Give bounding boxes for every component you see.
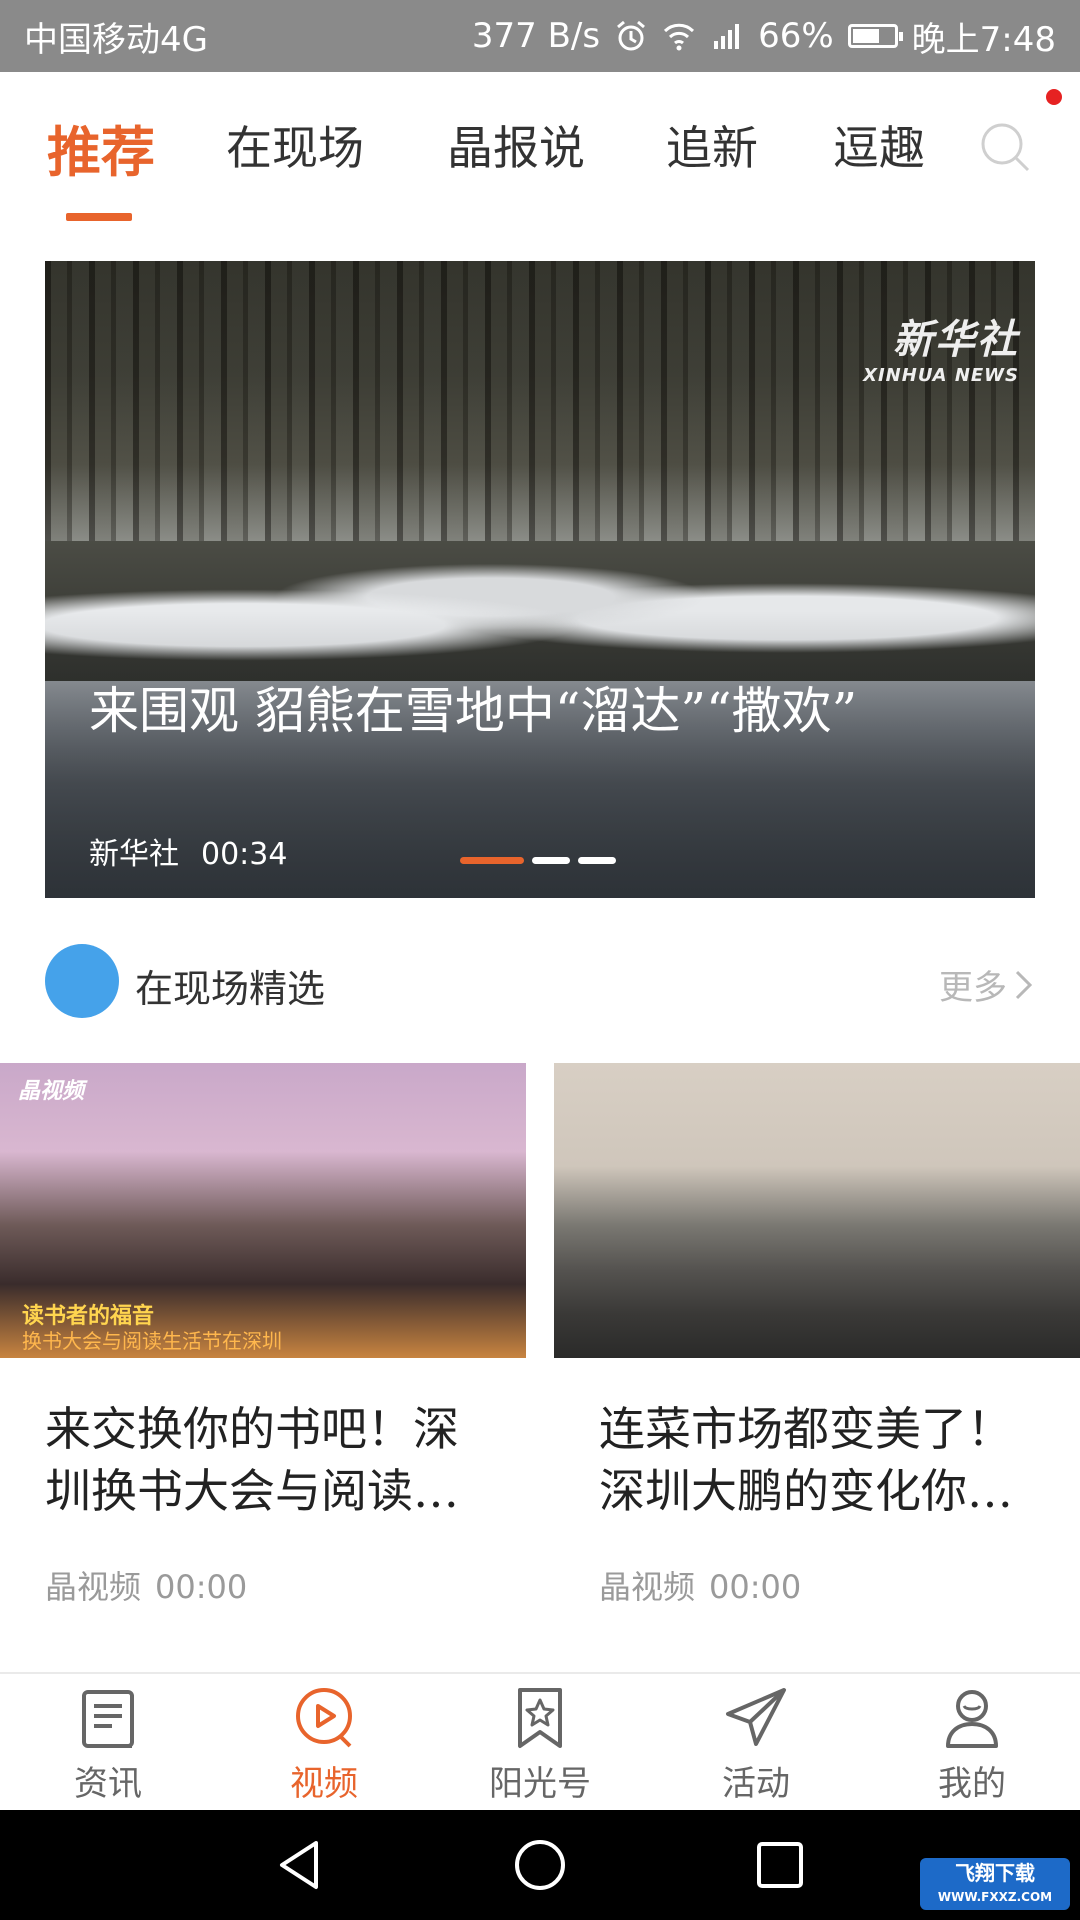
nav-label: 阳光号 — [489, 1764, 591, 1804]
bottom-nav: 资讯 视频 阳光号 活动 我的 — [0, 1672, 1080, 1812]
nav-label: 我的 — [938, 1764, 1006, 1804]
video-card[interactable]: 连菜市场都变美了！深圳大鹏的变化你… 晶视频 00:00 — [554, 1063, 1080, 1608]
card-duration: 00:00 — [709, 1568, 802, 1606]
watermark-url: WWW.FXXZ.COM — [937, 1890, 1053, 1904]
nav-news[interactable]: 资讯 — [38, 1684, 178, 1805]
carousel-dot[interactable] — [578, 857, 616, 864]
thumb-tag: 晶视频 — [18, 1079, 85, 1104]
channel-tabs: 推荐 在现场 晶报说 追新 逗趣 — [0, 72, 1080, 242]
tab-recommend[interactable]: 推荐 — [47, 108, 155, 187]
card-duration: 00:00 — [155, 1568, 248, 1606]
card-meta: 晶视频 00:00 — [0, 1562, 526, 1608]
signal-icon — [714, 24, 740, 49]
tab-on-site[interactable]: 在现场 — [226, 112, 364, 178]
watermark-badge: 飞翔下载 WWW.FXXZ.COM — [920, 1858, 1070, 1910]
tab-jingbao-says[interactable]: 晶报说 — [447, 112, 585, 178]
nav-video[interactable]: 视频 — [254, 1684, 394, 1805]
video-thumbnail — [554, 1063, 1080, 1358]
carousel-indicator — [460, 857, 616, 864]
thumb-banner-sub: 换书大会与阅读生活节在深圳 — [22, 1329, 282, 1353]
news-icon — [82, 1690, 134, 1748]
user-icon — [946, 1690, 998, 1748]
watermark-text: 飞翔下载 — [955, 1861, 1035, 1885]
tab-funny[interactable]: 逗趣 — [833, 112, 925, 178]
nav-sunshine[interactable]: 阳光号 — [470, 1684, 610, 1805]
battery-percent: 66% — [758, 16, 834, 56]
nav-label: 视频 — [290, 1764, 358, 1804]
carousel-dot[interactable] — [532, 857, 570, 864]
video-thumbnail: 晶视频 读书者的福音 换书大会与阅读生活节在深圳 — [0, 1063, 526, 1358]
nav-label: 资讯 — [74, 1764, 142, 1804]
status-right: 377 B/s 66% 晚上7:48 — [472, 12, 1056, 61]
xinhua-logo-en: XINHUA NEWS — [863, 365, 1019, 386]
active-tab-indicator — [66, 213, 132, 221]
hero-carousel[interactable]: 新华社 XINHUA NEWS 来围观 貂熊在雪地中“溜达”“撒欢” 新华社 00… — [45, 261, 1035, 898]
hero-meta: 新华社 00:34 — [89, 829, 287, 873]
nav-label: 活动 — [722, 1764, 790, 1804]
card-title[interactable]: 连菜市场都变美了！深圳大鹏的变化你… — [554, 1398, 1080, 1522]
carrier-label: 中国移动4G — [24, 19, 208, 60]
recents-icon[interactable] — [752, 1837, 808, 1893]
notification-dot — [1046, 89, 1062, 105]
status-bar: 中国移动4G 377 B/s 66% 晚上7:48 — [0, 0, 1080, 72]
back-icon[interactable] — [272, 1837, 328, 1893]
network-speed: 377 B/s — [471, 16, 601, 56]
alarm-icon — [617, 20, 646, 51]
battery-icon — [847, 24, 903, 48]
bookmark-star-icon — [518, 1688, 562, 1748]
hero-title[interactable]: 来围观 貂熊在雪地中“溜达”“撒欢” — [89, 679, 989, 743]
video-card[interactable]: 晶视频 读书者的福音 换书大会与阅读生活节在深圳 来交换你的书吧！深圳换书大会与… — [0, 1063, 526, 1608]
card-source: 晶视频 — [599, 1568, 696, 1606]
more-label: 更多 — [939, 968, 1007, 1008]
more-link[interactable]: 更多 — [939, 960, 1035, 1009]
card-title[interactable]: 来交换你的书吧！深圳换书大会与阅读… — [0, 1398, 526, 1522]
hero-duration: 00:34 — [201, 837, 288, 872]
card-source: 晶视频 — [45, 1568, 142, 1606]
card-meta: 晶视频 00:00 — [554, 1562, 1080, 1608]
section-header: 在现场精选 更多 — [45, 944, 1035, 1020]
tab-latest[interactable]: 追新 — [666, 112, 758, 178]
hero-source: 新华社 — [89, 837, 179, 872]
video-play-icon — [296, 1688, 352, 1748]
chevron-right-icon — [1015, 970, 1033, 999]
clock: 晚上7:48 — [911, 19, 1056, 60]
carousel-dot[interactable] — [460, 857, 524, 864]
nav-profile[interactable]: 我的 — [902, 1684, 1042, 1805]
nav-activity[interactable]: 活动 — [686, 1684, 826, 1805]
home-icon[interactable] — [512, 1837, 568, 1893]
section-title: 在现场精选 — [135, 967, 326, 1011]
xinhua-logo: 新华社 XINHUA NEWS — [863, 307, 1019, 386]
section-icon — [45, 944, 119, 1018]
system-nav-bar: 飞翔下载 WWW.FXXZ.COM — [0, 1810, 1080, 1920]
paper-plane-icon — [726, 1688, 786, 1746]
xinhua-logo-cn: 新华社 — [893, 317, 1019, 363]
wifi-icon — [664, 23, 695, 51]
search-icon[interactable] — [978, 120, 1034, 176]
